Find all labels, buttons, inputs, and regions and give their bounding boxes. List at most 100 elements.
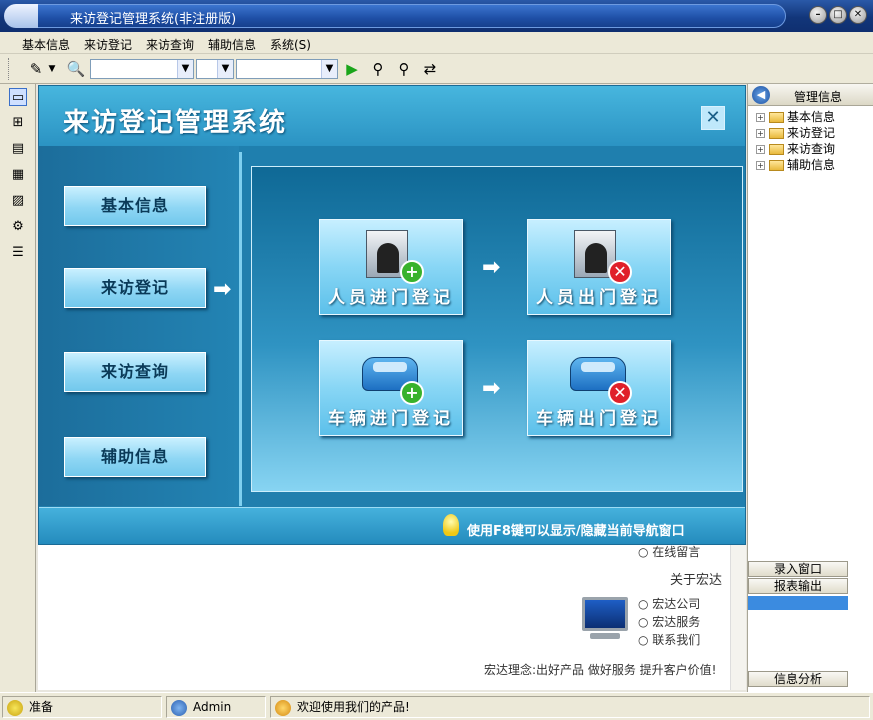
tile-label: 人员出门登记: [536, 288, 662, 308]
vehicle-exit-tile[interactable]: ✕ 车辆出门登记: [527, 340, 671, 436]
splash-footer: 使用F8键可以显示/隐藏当前导航窗口: [39, 507, 745, 544]
refresh-icon[interactable]: ⇄: [420, 59, 440, 79]
nav-visit-query-button[interactable]: 来访查询: [64, 352, 206, 392]
monitor-icon: [582, 597, 628, 631]
pencil-icon[interactable]: ✎: [26, 59, 46, 79]
link-online-message[interactable]: ○ 在线留言: [638, 543, 700, 560]
add-icon: +: [400, 260, 424, 284]
expand-icon[interactable]: +: [756, 113, 765, 122]
entry-window-button[interactable]: 录入窗口: [748, 561, 848, 577]
app-logo-icon: [4, 4, 38, 28]
splash-header: 来访登记管理系统 ✕: [39, 86, 745, 146]
menu-bar: 基本信息 来访登记 来访查询 辅助信息 系统(S): [0, 32, 873, 54]
window-icon[interactable]: ▭: [9, 88, 27, 106]
tree-item-auxiliary-info[interactable]: + 辅助信息: [756, 156, 835, 172]
tree-item-visit-query[interactable]: + 来访查询: [756, 140, 835, 156]
back-arrow-icon[interactable]: ◀: [752, 86, 770, 104]
chevron-down-icon[interactable]: ▼: [46, 59, 58, 79]
tile-label: 车辆出门登记: [536, 409, 662, 429]
tree-structure-icon[interactable]: ⊞: [9, 114, 27, 132]
nav-basic-info-button[interactable]: 基本信息: [64, 186, 206, 226]
table-icon[interactable]: ▤: [9, 140, 27, 158]
run-icon[interactable]: ▶: [342, 59, 362, 79]
panel-header: ◀ 管理信息: [748, 84, 873, 106]
chevron-down-icon[interactable]: ▼: [321, 60, 337, 78]
tile-label: 车辆进门登记: [328, 409, 454, 429]
report-output-button[interactable]: 报表输出: [748, 578, 848, 594]
filter-combo-3[interactable]: ▼: [236, 59, 338, 79]
person-entry-tile[interactable]: + 人员进门登记: [319, 219, 463, 315]
window-title: 来访登记管理系统(非注册版): [70, 12, 237, 27]
panel-title: 管理信息: [794, 90, 843, 104]
filter-combo-1[interactable]: ▼: [90, 59, 194, 79]
folder-open-icon: [769, 112, 784, 123]
nav-visit-register-button[interactable]: 来访登记: [64, 268, 206, 308]
vehicle-entry-tile[interactable]: + 车辆进门登记: [319, 340, 463, 436]
nav-divider: [239, 152, 242, 506]
user-search-icon[interactable]: ⚲: [368, 59, 388, 79]
app-title: 来访登记管理系统: [63, 108, 288, 138]
title-bar: 来访登记管理系统(非注册版) – □ ✕: [0, 0, 873, 32]
document-icon[interactable]: ▦: [9, 166, 27, 184]
expand-icon[interactable]: +: [756, 129, 765, 138]
settings-icon[interactable]: ⚙: [9, 218, 27, 236]
link-service[interactable]: ○ 宏达服务: [638, 613, 700, 630]
minimize-button[interactable]: –: [809, 6, 827, 24]
window-controls: – □ ✕: [809, 6, 867, 24]
nav-auxiliary-info-button[interactable]: 辅助信息: [64, 437, 206, 477]
arrow-right-icon: ➡: [482, 255, 501, 280]
navigation-splash: 来访登记管理系统 ✕ 基本信息 来访登记 来访查询 辅助信息 ➡ + 人员进门登…: [38, 85, 746, 545]
selected-bar: [748, 596, 848, 610]
folder-icon: [769, 144, 784, 155]
slogan: 宏达理念:出好产品 做好服务 提升客户价值!: [484, 663, 717, 677]
splash-close-button[interactable]: ✕: [701, 106, 725, 130]
chevron-down-icon[interactable]: ▼: [217, 60, 233, 78]
link-contact[interactable]: ○ 联系我们: [638, 631, 700, 648]
shield-icon: [275, 699, 291, 716]
menu-visit-query[interactable]: 来访查询: [146, 36, 194, 53]
status-bulb-icon: [7, 699, 23, 716]
list-icon[interactable]: ☰: [9, 244, 27, 262]
tree-item-visit-register[interactable]: + 来访登记: [756, 124, 835, 140]
status-user: Admin: [166, 696, 266, 718]
tree-item-basic-info[interactable]: + 基本信息: [756, 108, 835, 124]
chevron-down-icon[interactable]: ▼: [177, 60, 193, 78]
tile-label: 人员进门登记: [328, 288, 454, 308]
f8-hint: 使用F8键可以显示/隐藏当前导航窗口: [467, 524, 685, 539]
remove-icon: ✕: [608, 260, 632, 284]
status-state: 准备: [2, 696, 162, 718]
menu-system[interactable]: 系统(S): [270, 36, 311, 53]
menu-auxiliary-info[interactable]: 辅助信息: [208, 36, 256, 53]
vertical-scrollbar[interactable]: [730, 545, 746, 690]
search-icon[interactable]: 🔍: [66, 59, 86, 79]
menu-visit-register[interactable]: 来访登记: [84, 36, 132, 53]
folder-icon: [769, 128, 784, 139]
toolbar: ✎ ▼ 🔍 ▼ ▼ ▼ ▶ ⚲ ⚲ ⇄: [0, 54, 873, 84]
restore-button[interactable]: □: [829, 6, 847, 24]
person-exit-tile[interactable]: ✕ 人员出门登记: [527, 219, 671, 315]
lightbulb-icon: [443, 514, 459, 536]
homepage-content: ○ 在线留言 关于宏达 ○ 宏达公司 ○ 宏达服务 ○ 联系我们 宏达理念:出好…: [38, 545, 746, 690]
expand-icon[interactable]: +: [756, 145, 765, 154]
expand-icon[interactable]: +: [756, 161, 765, 170]
filter-combo-2[interactable]: ▼: [196, 59, 234, 79]
status-bar: 准备 Admin 欢迎使用我们的产品!: [0, 692, 873, 720]
management-panel: ◀ 管理信息 + 基本信息 + 来访登记 + 来访查询 + 辅助信息 录入窗口 报表输出…: [747, 84, 873, 692]
folder-icon: [769, 160, 784, 171]
monitor-stand: [590, 633, 620, 639]
menu-basic-info[interactable]: 基本信息: [22, 36, 70, 53]
toolbar-grip[interactable]: [8, 58, 11, 80]
about-heading: 关于宏达: [670, 573, 723, 588]
add-icon: +: [400, 381, 424, 405]
info-analysis-button[interactable]: 信息分析: [748, 671, 848, 687]
arrow-right-icon: ➡: [213, 277, 232, 302]
user-find-icon[interactable]: ⚲: [394, 59, 414, 79]
status-message: 欢迎使用我们的产品!: [270, 696, 870, 718]
user-icon: [171, 699, 187, 716]
chart-icon[interactable]: ▨: [9, 192, 27, 210]
arrow-right-icon: ➡: [482, 376, 501, 401]
workflow-panel: + 人员进门登记 ➡ ✕ 人员出门登记 + 车辆进门登记 ➡ ✕ 车辆出门登记: [251, 166, 743, 492]
remove-icon: ✕: [608, 381, 632, 405]
link-company[interactable]: ○ 宏达公司: [638, 595, 700, 612]
close-button[interactable]: ✕: [849, 6, 867, 24]
